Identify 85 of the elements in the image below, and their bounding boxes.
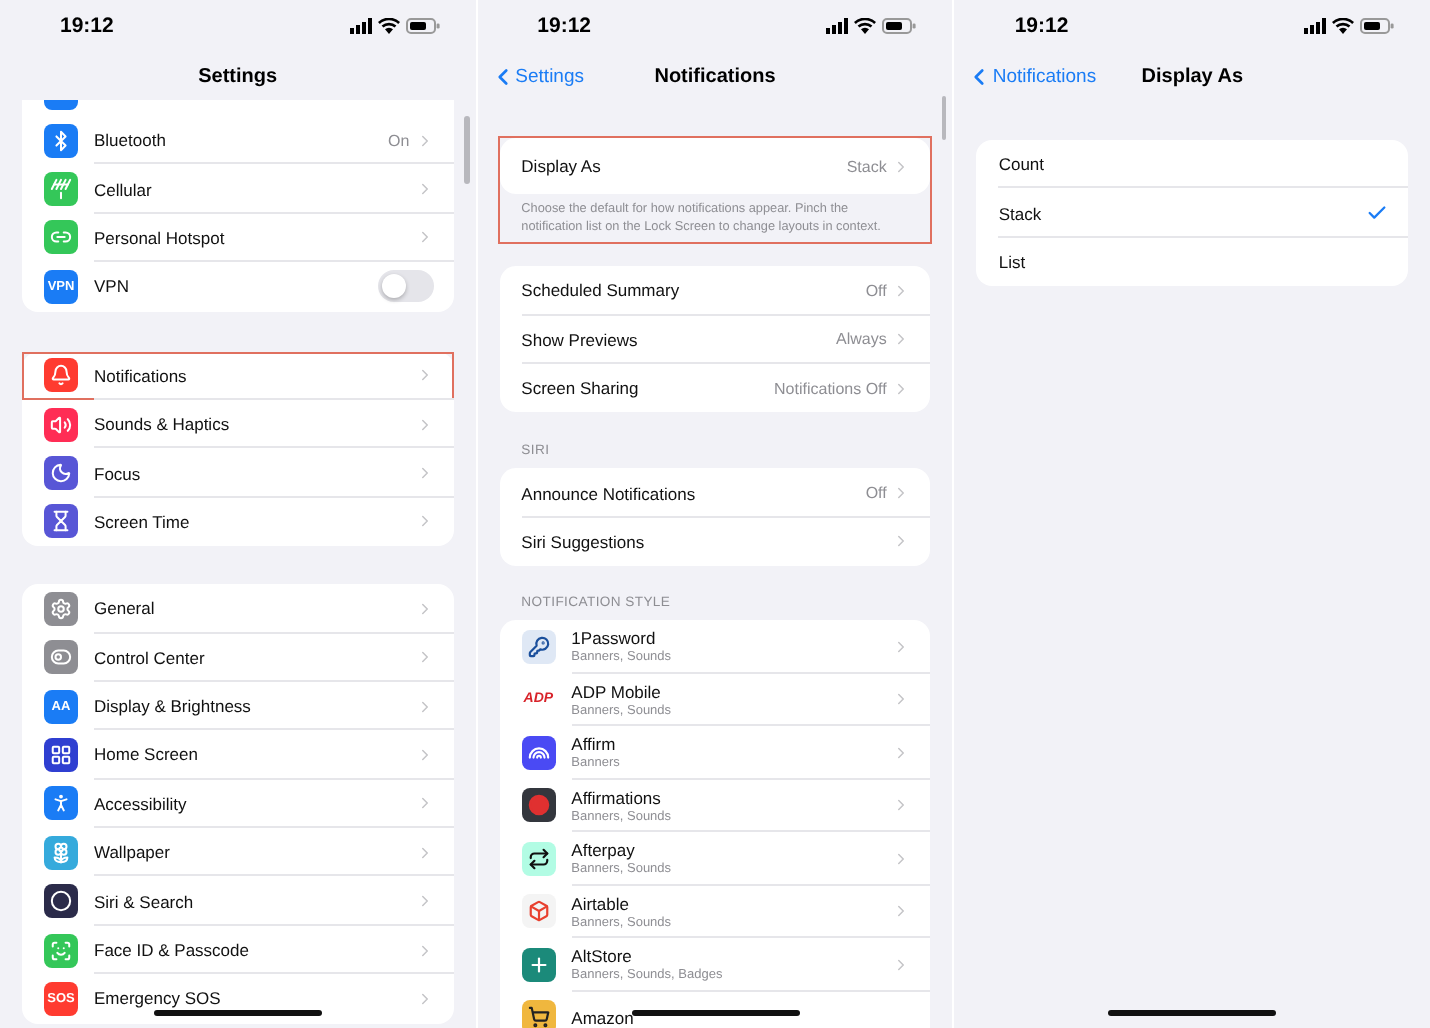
- row-value: Stack: [846, 157, 887, 175]
- back-link[interactable]: Settings: [489, 63, 655, 89]
- battery-icon: [1360, 18, 1395, 34]
- settings-row[interactable]: Focus: [22, 448, 454, 498]
- wifi-icon: [1332, 18, 1355, 34]
- option-row[interactable]: Stack: [976, 188, 1409, 238]
- row-label: Count: [998, 154, 1045, 175]
- row-label: VPN: [94, 276, 129, 297]
- row-label: Home Screen: [94, 744, 198, 765]
- row-label: List: [998, 251, 1026, 272]
- row-label: Screen Sharing: [521, 378, 639, 399]
- row-label: Announce Notifications: [521, 483, 696, 504]
- settings-row[interactable]: Personal Hotspot: [22, 213, 454, 263]
- settings-row[interactable]: Screen Sharing Notifications Off: [499, 363, 931, 413]
- settings-row[interactable]: Accessibility: [22, 779, 454, 829]
- settings-row[interactable]: Home Screen: [22, 730, 454, 780]
- signal-icon: [349, 18, 372, 34]
- app-name: Affirm: [571, 734, 618, 755]
- row-label: Personal Hotspot: [94, 227, 225, 248]
- settings-row[interactable]: Notifications: [22, 351, 454, 400]
- status-time: 19:12: [537, 14, 592, 38]
- app-name: AltStore: [571, 946, 634, 967]
- settings-row[interactable]: Scheduled Summary Off: [499, 266, 931, 316]
- row-label: Face ID & Passcode: [94, 940, 249, 961]
- app-icon: [44, 100, 78, 110]
- status-time: 19:12: [1014, 14, 1069, 38]
- settings-row[interactable]: Sounds & Haptics: [22, 399, 454, 449]
- screen-title: Notifications: [654, 65, 776, 87]
- scroll-indicator: [941, 96, 947, 140]
- settings-row[interactable]: Bluetooth On: [22, 116, 454, 165]
- row-label: Display & Brightness: [94, 696, 251, 717]
- row-value: Off: [865, 484, 887, 503]
- app-row[interactable]: Amazon: [499, 991, 931, 1028]
- settings-row[interactable]: General: [22, 584, 454, 634]
- row-value: Notifications Off: [774, 379, 887, 398]
- signal-icon: [1304, 18, 1327, 34]
- battery-icon: [882, 18, 917, 34]
- app-name: ADP Mobile: [571, 681, 663, 702]
- app-name: Afterpay: [571, 840, 637, 861]
- app-name: 1Password: [571, 628, 658, 649]
- battery-icon: [405, 18, 440, 34]
- row-label: Sounds & Haptics: [94, 414, 230, 435]
- row-label: Stack: [998, 203, 1042, 224]
- app-name: Affirmations: [571, 787, 663, 808]
- row-label: Siri & Search: [94, 891, 194, 912]
- option-row[interactable]: Count: [976, 140, 1409, 189]
- signal-icon: [826, 18, 849, 34]
- status-time: 19:12: [60, 14, 114, 38]
- option-row[interactable]: List: [976, 237, 1409, 287]
- settings-row[interactable]: Face ID & Passcode: [22, 925, 454, 975]
- row-label: General: [94, 598, 155, 619]
- settings-row[interactable]: Siri & Search: [22, 876, 454, 926]
- row-label: Bluetooth: [94, 130, 166, 151]
- settings-row[interactable]: Display As Stack: [499, 138, 931, 194]
- row-label: Show Previews: [521, 329, 638, 350]
- row-label: Emergency SOS: [94, 988, 221, 1009]
- screen-title: Display As: [1141, 65, 1244, 87]
- row-label: Siri Suggestions: [521, 531, 645, 552]
- settings-row[interactable]: Control Center: [22, 633, 454, 682]
- settings-row[interactable]: Screen Time: [22, 497, 454, 547]
- settings-row[interactable]: Show Previews Always: [499, 315, 931, 364]
- app-name: Airtable: [571, 893, 631, 914]
- settings-row[interactable]: Wallpaper: [22, 828, 454, 877]
- row-label: Focus: [94, 463, 141, 484]
- wifi-icon: [377, 18, 400, 34]
- row-value: Always: [836, 330, 887, 349]
- row-label: Display As: [521, 156, 601, 176]
- settings-row[interactable]: Announce Notifications Off: [499, 468, 931, 518]
- app-name: Amazon: [571, 1007, 634, 1028]
- screen-title: Settings: [198, 65, 278, 87]
- row-label: Control Center: [94, 647, 205, 668]
- row-value: On: [388, 131, 410, 150]
- toggle-switch[interactable]: [377, 270, 434, 303]
- row-label: Accessibility: [94, 793, 187, 814]
- row-label: Screen Time: [94, 511, 190, 532]
- settings-row[interactable]: Cellular: [22, 164, 454, 214]
- back-link[interactable]: Notifications: [966, 63, 1142, 89]
- row-label: Cellular: [94, 179, 152, 200]
- scroll-indicator: [464, 116, 470, 184]
- row-label: Wallpaper: [94, 842, 170, 863]
- row-value: Off: [865, 281, 887, 300]
- row-label: Scheduled Summary: [521, 280, 680, 301]
- wifi-icon: [854, 18, 877, 34]
- row-label: Notifications: [94, 365, 187, 386]
- settings-row[interactable]: Siri Suggestions: [499, 517, 931, 567]
